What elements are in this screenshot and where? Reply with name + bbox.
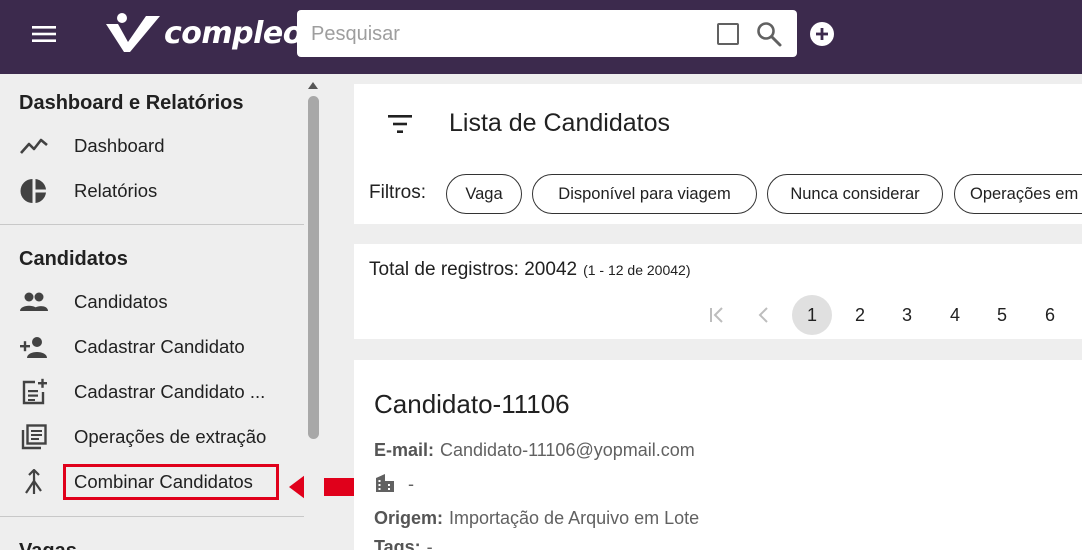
sidebar-item-relatorios[interactable]: Relatórios (0, 171, 304, 211)
sidebar-item-label: Operações de extração (74, 426, 267, 447)
candidate-email: Candidato-11106@yopmail.com (440, 440, 695, 460)
sidebar-divider (0, 224, 304, 225)
scroll-up-arrow-icon[interactable] (308, 82, 318, 89)
candidate-origin: Importação de Arquivo em Lote (449, 508, 700, 528)
page-button-4[interactable]: 4 (935, 295, 975, 335)
logo-text: compleo (164, 15, 303, 51)
menu-icon[interactable] (20, 20, 68, 48)
candidate-tags: - (426, 537, 433, 550)
sidebar-item-cadastrar-candidato-lote[interactable]: Cadastrar Candidato ... (0, 372, 304, 412)
highlight-box (63, 464, 279, 500)
filter-chip-operacoes[interactable]: Operações em (954, 174, 1082, 214)
search-icon[interactable] (755, 20, 783, 48)
library-books-icon (19, 422, 49, 452)
tags-label: Tags: (374, 537, 421, 550)
page-title: Lista de Candidatos (449, 109, 670, 137)
section-title-vagas: Vagas (19, 540, 77, 550)
filter-chip-nunca-considerar[interactable]: Nunca considerar (767, 174, 943, 214)
merge-icon (19, 467, 49, 497)
trending-icon (19, 131, 49, 161)
sidebar-item-cadastrar-candidato[interactable]: Cadastrar Candidato (0, 327, 304, 367)
email-label: E-mail: (374, 440, 435, 460)
candidate-company: - (408, 474, 414, 494)
section-title-candidatos: Candidatos (19, 248, 128, 270)
page-button-3[interactable]: 3 (887, 295, 927, 335)
previous-page-icon[interactable] (753, 304, 775, 326)
candidate-name[interactable]: Candidato-11106 (374, 389, 570, 420)
logo-mark-icon (106, 13, 160, 52)
scrollbar-thumb[interactable] (308, 96, 319, 439)
page-button-5[interactable]: 5 (982, 295, 1022, 335)
sidebar-item-operacoes-extracao[interactable]: Operações de extração (0, 417, 304, 457)
post-add-icon (19, 377, 49, 407)
search-checkbox[interactable] (717, 23, 739, 45)
sidebar-item-label: Relatórios (74, 180, 158, 201)
top-app-bar: compleo (0, 0, 1082, 74)
page-button-6[interactable]: 6 (1030, 295, 1070, 335)
section-title-dashboard: Dashboard e Relatórios (19, 92, 244, 114)
sidebar-item-label: Dashboard (74, 135, 165, 156)
candidate-email-row: E-mail: Candidato-11106@yopmail.com (374, 440, 695, 461)
people-icon (19, 287, 49, 317)
total-records-range: (1 - 12 de 20042) (583, 262, 691, 278)
sidebar-item-label: Cadastrar Candidato (74, 336, 245, 357)
compleo-logo[interactable]: compleo (104, 12, 303, 54)
page-button-2[interactable]: 2 (840, 295, 880, 335)
total-records-label: Total de registros: 20042 (369, 259, 578, 280)
search-bar (297, 10, 797, 57)
add-circle-icon[interactable] (809, 21, 835, 47)
sidebar-item-candidatos[interactable]: Candidatos (0, 282, 304, 322)
page-button-1[interactable]: 1 (792, 295, 832, 335)
candidate-tags-row: Tags: - (374, 537, 433, 550)
person-add-icon (19, 332, 49, 362)
total-records: Total de registros: 20042 (1 - 12 de 2004… (369, 259, 690, 281)
pie-chart-icon (19, 176, 49, 206)
filters-label: Filtros: (369, 182, 426, 203)
sidebar-divider (0, 516, 304, 517)
candidate-company-row: - (374, 473, 414, 495)
sidebar-item-label: Candidatos (74, 291, 168, 312)
candidate-origin-row: Origem: Importação de Arquivo em Lote (374, 508, 699, 529)
sidebar-item-label: Cadastrar Candidato ... (74, 381, 266, 402)
sidebar-item-dashboard[interactable]: Dashboard (0, 126, 304, 166)
origin-label: Origem: (374, 508, 444, 528)
filter-chip-disponivel-viagem[interactable]: Disponível para viagem (532, 174, 757, 214)
search-input[interactable] (311, 22, 691, 46)
first-page-icon[interactable] (706, 304, 728, 326)
filter-icon[interactable] (386, 112, 414, 136)
filter-chip-vaga[interactable]: Vaga (446, 174, 522, 214)
building-icon (376, 474, 394, 492)
